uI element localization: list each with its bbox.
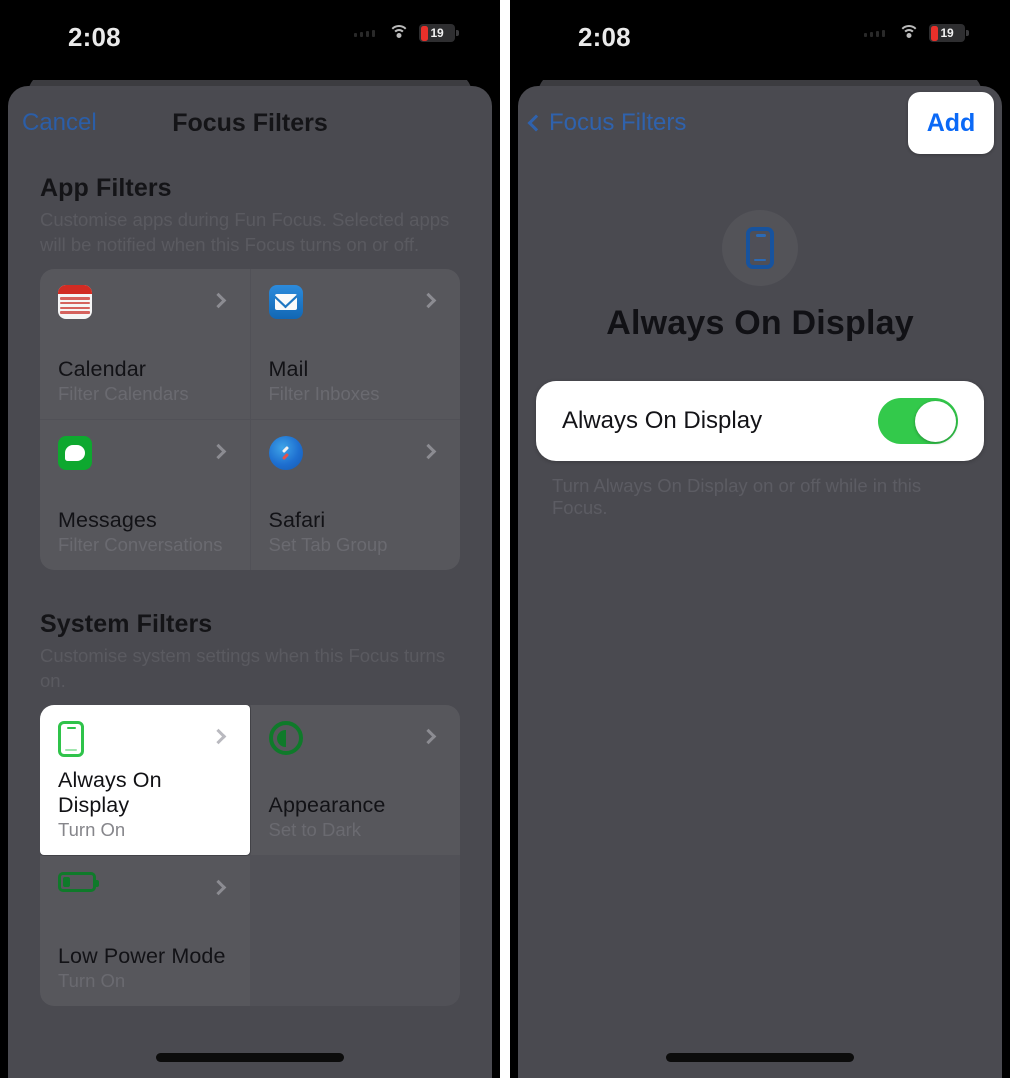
right-nav-bar: Focus Filters Add — [518, 86, 1002, 160]
wifi-icon — [898, 24, 920, 42]
status-bar-time: 2:08 — [68, 22, 121, 52]
app-filters-section: App Filters Customise apps during Fun Fo… — [8, 174, 492, 570]
always-on-display-toggle-row[interactable]: Always On Display — [536, 381, 984, 461]
system-filters-grid: Always On Display Turn On Appearance Set… — [40, 705, 460, 1006]
card-subtitle: Turn On — [58, 819, 126, 840]
chevron-right-icon — [420, 292, 437, 309]
toggle-row-container: Always On Display — [518, 381, 1002, 461]
system-filters-title: System Filters — [40, 610, 213, 638]
calendar-icon — [58, 285, 92, 319]
detail-footer-note: Turn Always On Display on or off while i… — [552, 475, 922, 518]
cellular-signal-icon — [864, 29, 885, 37]
card-subtitle: Filter Calendars — [58, 383, 189, 404]
appearance-icon — [268, 721, 303, 755]
screenshot-root: 2:08 19 Cancel Focus Filters App Filters… — [0, 0, 1010, 1078]
focus-filters-sheet: Cancel Focus Filters App Filters Customi… — [8, 86, 492, 1078]
card-title: Mail — [268, 357, 309, 381]
card-title: Low Power Mode — [58, 944, 226, 968]
system-filters-description: Customise system settings when this Focu… — [40, 645, 446, 691]
system-filter-card-always-on-display[interactable]: Always On Display Turn On — [40, 705, 250, 855]
page-title: Focus Filters — [172, 108, 328, 137]
cellular-signal-icon — [354, 29, 375, 37]
system-filters-section: System Filters Customise system settings… — [8, 610, 492, 1006]
card-title: Always On Display — [58, 768, 162, 817]
chevron-right-icon — [210, 879, 226, 896]
app-filter-card-messages[interactable]: Messages Filter Conversations — [40, 420, 250, 570]
chevron-right-icon — [420, 443, 437, 460]
card-title: Messages — [58, 508, 157, 532]
messages-icon — [58, 436, 92, 470]
card-subtitle: Filter Inboxes — [268, 383, 380, 404]
app-filter-card-safari[interactable]: Safari Set Tab Group — [251, 420, 461, 570]
card-title: Safari — [268, 508, 326, 532]
wifi-icon — [388, 24, 410, 42]
always-on-display-icon — [746, 227, 774, 269]
battery-level-label: 19 — [940, 26, 954, 40]
status-bar: 2:08 19 — [0, 0, 500, 80]
switch-knob — [914, 400, 956, 442]
left-phone-screen: 2:08 19 Cancel Focus Filters App Filters… — [0, 0, 500, 1078]
chevron-right-icon — [210, 292, 226, 309]
safari-icon — [268, 436, 303, 470]
left-nav-bar: Cancel Focus Filters — [8, 86, 492, 160]
battery-icon: 19 — [419, 24, 459, 42]
chevron-left-icon — [527, 114, 545, 132]
grid-empty-slot — [251, 856, 461, 1006]
always-on-display-switch[interactable] — [878, 398, 958, 444]
right-phone-screen: 2:08 19 Focus Filters Add Always On Disp… — [510, 0, 1010, 1078]
home-indicator — [156, 1053, 344, 1062]
status-bar-time: 2:08 — [578, 22, 631, 52]
card-subtitle: Filter Conversations — [58, 534, 223, 555]
low-power-mode-icon — [58, 872, 99, 892]
system-filter-card-low-power-mode[interactable]: Low Power Mode Turn On — [40, 856, 250, 1006]
card-subtitle: Turn On — [58, 970, 126, 991]
detail-title: Always On Display — [606, 304, 914, 342]
card-title: Appearance — [268, 793, 386, 817]
mail-icon — [268, 285, 303, 319]
card-subtitle: Set Tab Group — [268, 534, 388, 555]
add-button-label: Add — [926, 108, 976, 137]
home-indicator — [666, 1053, 854, 1062]
always-on-display-detail-sheet: Focus Filters Add Always On Display Alwa… — [518, 86, 1002, 1078]
chevron-right-icon — [420, 728, 437, 745]
card-subtitle: Set to Dark — [268, 819, 362, 840]
status-bar: 2:08 19 — [510, 0, 1010, 80]
status-bar-indicators: 19 — [354, 24, 459, 42]
card-title: Calendar — [58, 357, 147, 381]
chevron-right-icon — [210, 728, 226, 745]
back-button-label: Focus Filters — [549, 109, 687, 136]
cancel-button[interactable]: Cancel — [22, 109, 97, 137]
battery-level-label: 19 — [430, 26, 444, 40]
battery-icon: 19 — [929, 24, 969, 42]
always-on-display-icon — [58, 721, 84, 757]
chevron-right-icon — [210, 443, 226, 460]
app-filters-grid: Calendar Filter Calendars Mail Filter In… — [40, 269, 460, 570]
hero-icon-background — [722, 210, 798, 286]
detail-hero: Always On Display — [518, 160, 1002, 343]
back-button[interactable]: Focus Filters — [527, 109, 687, 137]
app-filters-title: App Filters — [40, 174, 172, 202]
app-filter-card-calendar[interactable]: Calendar Filter Calendars — [40, 269, 250, 419]
app-filter-card-mail[interactable]: Mail Filter Inboxes — [251, 269, 461, 419]
add-button[interactable]: Add — [908, 92, 994, 154]
status-bar-indicators: 19 — [864, 24, 969, 42]
app-filters-description: Customise apps during Fun Focus. Selecte… — [40, 209, 450, 255]
toggle-label: Always On Display — [562, 407, 763, 434]
system-filter-card-appearance[interactable]: Appearance Set to Dark — [251, 705, 461, 855]
